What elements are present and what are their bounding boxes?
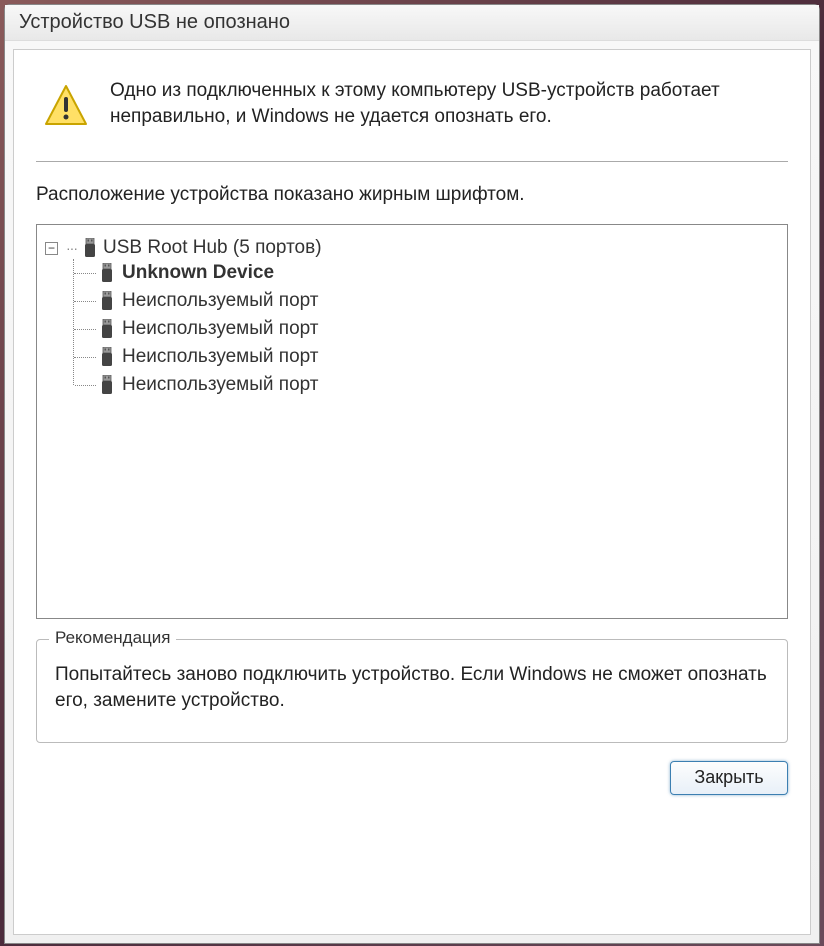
recommendation-text: Попытайтесь заново подключить устройство…: [55, 662, 769, 713]
divider: [36, 161, 788, 162]
location-label: Расположение устройства показано жирным …: [36, 184, 788, 206]
usb-icon: [100, 347, 114, 367]
recommendation-group: Рекомендация Попытайтесь заново подключи…: [36, 639, 788, 742]
tree-item-label: Неиспользуемый порт: [122, 318, 319, 340]
warning-icon: [44, 84, 88, 128]
tree-root-label: USB Root Hub (5 портов): [103, 237, 322, 259]
recommendation-legend: Рекомендация: [49, 628, 176, 648]
tree-item-label: Неиспользуемый порт: [122, 290, 319, 312]
collapse-icon[interactable]: −: [45, 242, 58, 255]
device-tree[interactable]: − ··· USB Root Hub (5 портов): [36, 224, 788, 619]
tree-children: Unknown Device Неиспользуемый порт: [73, 259, 779, 399]
tree-item[interactable]: Неиспользуемый порт: [74, 371, 779, 399]
tree-connector: ···: [66, 240, 77, 256]
tree-item-label: Неиспользуемый порт: [122, 346, 319, 368]
window-title: Устройство USB не опознано: [19, 11, 290, 34]
dialog-content: Одно из подключенных к этому компьютеру …: [13, 49, 811, 935]
tree-item[interactable]: Неиспользуемый порт: [74, 343, 779, 371]
tree-item[interactable]: Unknown Device: [74, 259, 779, 287]
tree-item[interactable]: Неиспользуемый порт: [74, 287, 779, 315]
usb-icon: [83, 238, 97, 258]
usb-icon: [100, 291, 114, 311]
usb-icon: [100, 263, 114, 283]
usb-icon: [100, 319, 114, 339]
titlebar[interactable]: Устройство USB не опознано: [5, 5, 819, 41]
alert-section: Одно из подключенных к этому компьютеру …: [36, 70, 788, 151]
tree-root-item[interactable]: − ··· USB Root Hub (5 портов): [45, 237, 779, 259]
dialog-window: Устройство USB не опознано Одно из подкл…: [4, 4, 820, 944]
tree-item-label: Unknown Device: [122, 262, 274, 284]
usb-icon: [100, 375, 114, 395]
close-button[interactable]: Закрыть: [670, 761, 788, 795]
alert-message: Одно из подключенных к этому компьютеру …: [110, 78, 788, 129]
tree-item[interactable]: Неиспользуемый порт: [74, 315, 779, 343]
button-row: Закрыть: [36, 743, 788, 795]
tree-item-label: Неиспользуемый порт: [122, 374, 319, 396]
